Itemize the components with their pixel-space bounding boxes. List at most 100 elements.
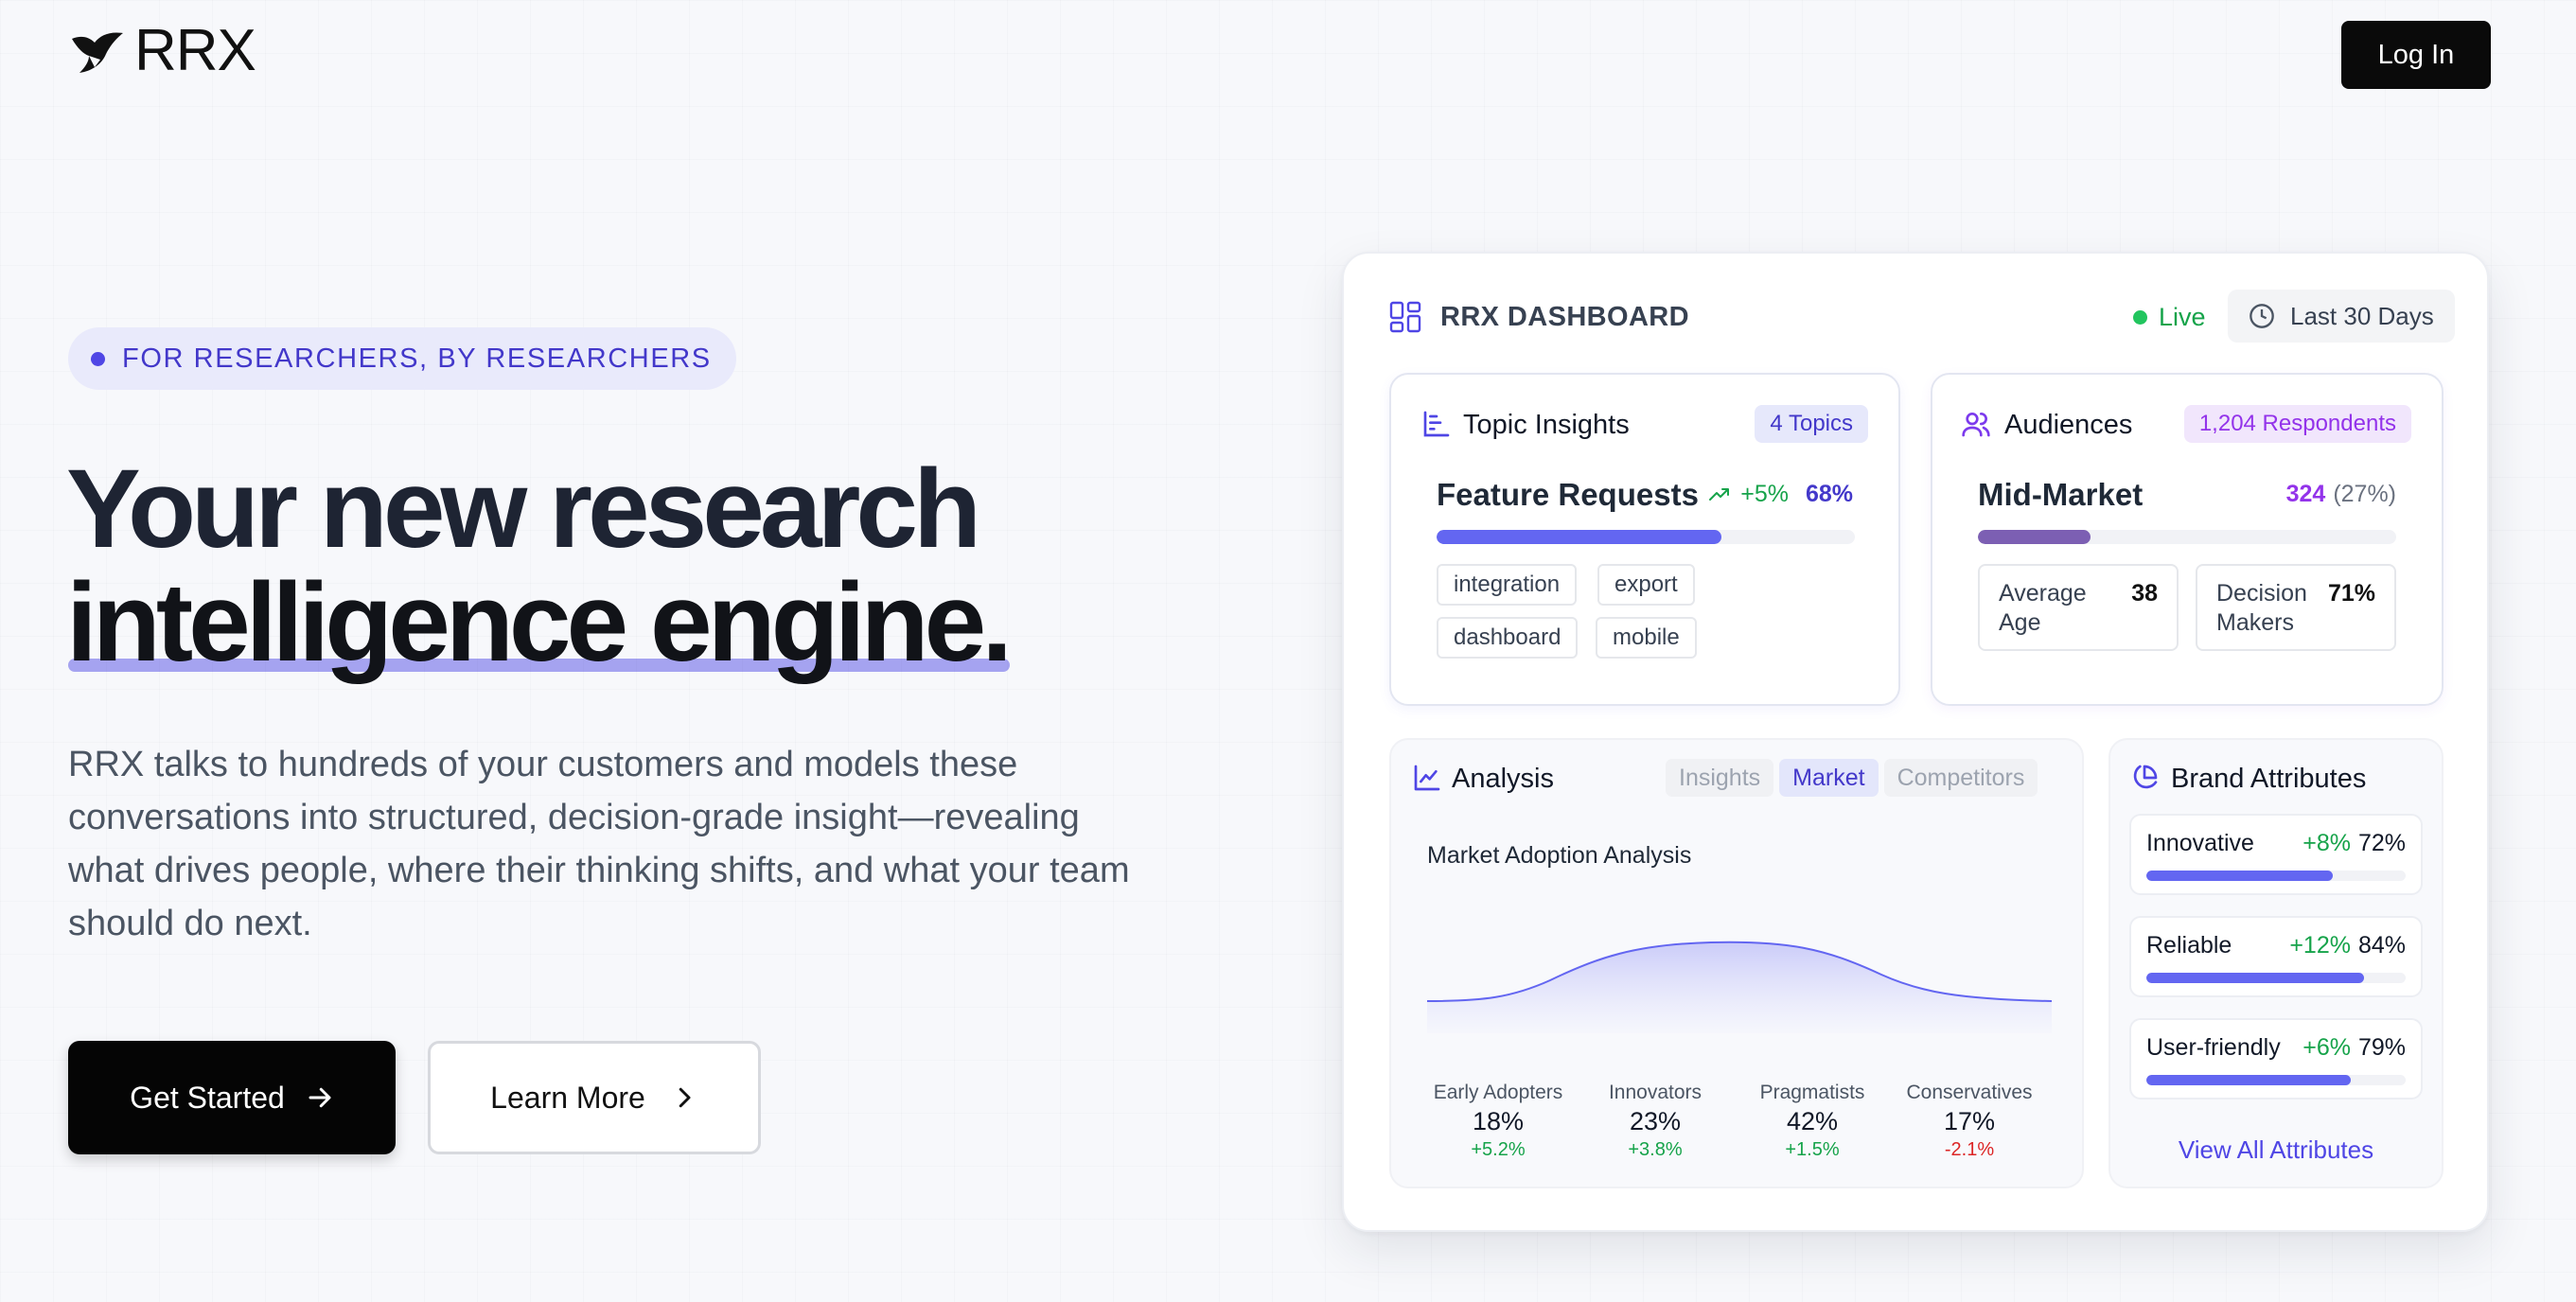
topic-insights-title: Topic Insights [1463,410,1630,440]
pill-dot [91,351,105,366]
decision-makers-value: 71% [2327,580,2375,607]
attribute-bar [2146,1075,2406,1085]
attribute-bar-fill [2146,1075,2352,1085]
attribute-bar [2146,973,2406,983]
hero-title: Your new research intelligence engine. [66,452,1202,679]
segment-pragmatists: Pragmatists 42% +1.5% [1732,1081,1893,1162]
dashboard-grid-icon [1389,301,1421,333]
attribute-value: 72% [2357,830,2406,856]
logo[interactable]: RRX [68,18,256,83]
attribute-change: +12% [2289,932,2351,959]
segment-name: Conservatives [1906,1082,2033,1103]
topic-progress-fill [1437,530,1721,544]
feature-requests-label: Feature Requests [1437,477,1699,512]
tab-competitors[interactable]: Competitors [1883,759,2038,797]
tab-market[interactable]: Market [1779,759,1879,797]
hero-description: RRX talks to hundreds of your customers … [68,745,1130,943]
clock-icon [2250,304,2274,328]
topic-insights-panel: Topic Insights 4 Topics Feature Requests… [1389,373,1900,706]
live-label: Live [2159,303,2206,331]
attribute-reliable[interactable]: Reliable +12% 84% [2129,916,2423,997]
audiences-title: Audiences [2004,410,2133,440]
segment-early-adopters: Early Adopters 18% +5.2% [1418,1081,1579,1162]
attribute-name: User-friendly [2146,1034,2281,1061]
date-range-label: Last 30 Days [2290,301,2434,330]
segment-value: 17% [1943,1107,1996,1135]
logo-text: RRX [134,18,256,83]
segment-change: +3.8% [1628,1139,1683,1160]
attribute-bar [2146,871,2406,881]
attribute-name: Innovative [2146,830,2254,856]
topics-count-badge: 4 Topics [1755,405,1868,443]
average-age-label: Average Age [1999,580,2087,636]
analysis-title: Analysis [1452,764,1554,794]
tab-insights[interactable]: Insights [1666,759,1774,797]
tag-export[interactable]: export [1597,564,1695,606]
average-age-value: 38 [2131,580,2158,607]
dashboard-card: RRX DASHBOARD Live Last 30 Days Topic In… [1342,252,2489,1232]
segment-name: Early Adopters [1433,1082,1563,1103]
attribute-bar-fill [2146,973,2365,983]
audience-progress-fill [1978,530,2091,544]
segment-value: 18% [1472,1107,1525,1135]
get-started-label: Get Started [130,1080,285,1115]
view-all-attributes-link[interactable]: View All Attributes [2110,1135,2442,1165]
segment-change: +5.2% [1471,1139,1526,1160]
segment-conservatives: Conservatives 17% -2.1% [1889,1081,2050,1162]
trending-up-icon [1709,487,1730,501]
attribute-user-friendly[interactable]: User-friendly +6% 79% [2129,1018,2423,1100]
bird-logo-icon [72,32,123,73]
average-age-stat: Average Age 38 [1978,564,2179,651]
analysis-tabs: Insights Market Competitors [1666,759,2038,797]
dashboard-title: RRX DASHBOARD [1440,302,1689,332]
attribute-stats: +12% 84% [2289,931,2406,959]
brand-attributes-title: Brand Attributes [2171,764,2367,794]
login-button[interactable]: Log In [2341,21,2491,89]
learn-more-label: Learn More [490,1080,645,1115]
segment-name: Innovators [1608,1082,1703,1103]
attribute-change: +6% [2303,1034,2351,1061]
pill-text: FOR RESEARCHERS, BY RESEARCHERS [122,343,712,374]
segment-change: -2.1% [1944,1139,1995,1160]
attribute-name: Reliable [2146,932,2232,959]
line-chart-icon [1414,765,1440,791]
audience-stat: 324 (27%) [2286,481,2396,508]
attribute-stats: +8% 72% [2303,829,2406,857]
hero-title-line1: Your new research [66,447,981,572]
users-icon [1962,413,1990,437]
adoption-curve-area [1427,941,2052,1033]
segment-innovators: Innovators 23% +3.8% [1575,1081,1736,1162]
chart-title: Market Adoption Analysis [1427,842,1692,869]
tag-integration[interactable]: integration [1437,564,1578,606]
respondents-badge: 1,204 Respondents [2183,405,2411,443]
analysis-panel: Analysis Insights Market Competitors Mar… [1389,738,2084,1188]
attribute-value: 79% [2357,1034,2406,1061]
tag-mobile[interactable]: mobile [1596,617,1697,659]
hero-title-line2-wrap: intelligence engine. [66,566,1013,679]
tagline-pill: FOR RESEARCHERS, BY RESEARCHERS [68,327,736,390]
live-dot [2133,309,2147,325]
date-range-selector[interactable]: Last 30 Days [2228,290,2455,343]
get-started-button[interactable]: Get Started [68,1041,396,1154]
attribute-innovative[interactable]: Innovative +8% 72% [2129,814,2423,895]
topic-percent: 68% [1805,481,1853,507]
audiences-panel: Audiences 1,204 Respondents Mid-Market 3… [1931,373,2444,706]
brand-attributes-panel: Brand Attributes Innovative +8% 72% Reli… [2108,738,2444,1188]
topic-stat: +5% 68% [1708,481,1853,508]
topic-progress-bar [1437,530,1855,544]
hero-title-line2: intelligence engine. [66,560,1013,685]
attribute-stats: +6% 79% [2303,1033,2406,1062]
segment-value: 42% [1786,1107,1839,1135]
attribute-value: 84% [2357,932,2406,959]
tag-dashboard[interactable]: dashboard [1437,617,1579,659]
attribute-bar-fill [2146,871,2334,881]
bar-chart-icon [1423,411,1450,437]
decision-makers-label: Decision Makers [2216,580,2307,636]
pie-chart-icon [2133,765,2158,789]
learn-more-button[interactable]: Learn More [428,1041,761,1154]
mid-market-label: Mid-Market [1978,477,2144,512]
adoption-curve-chart [1427,941,2052,1033]
chevron-right-icon [679,1087,691,1108]
segment-name: Pragmatists [1759,1082,1865,1103]
audience-count: 324 [2285,481,2326,507]
